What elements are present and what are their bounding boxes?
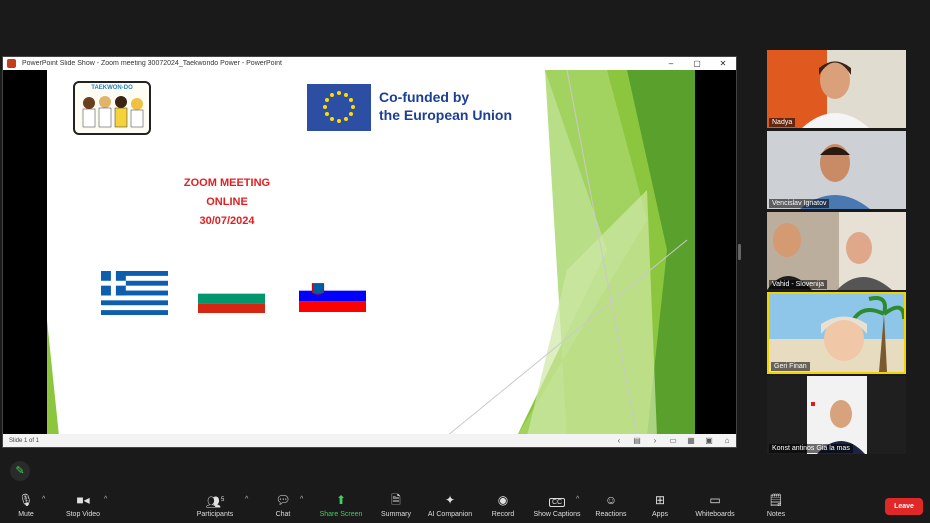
participant-tile[interactable]: Vencislav Ignatov xyxy=(767,131,906,209)
microphone-icon: 🎙︎ xyxy=(18,493,34,507)
summary-button[interactable]: 🗎︎ Summary xyxy=(377,488,415,518)
smiley-icon: ☺ xyxy=(604,493,618,507)
chat-label: Chat xyxy=(275,511,291,518)
participant-tile-active[interactable]: Geri Finan xyxy=(767,292,906,374)
mute-button[interactable]: 🎙︎ Mute xyxy=(12,488,40,518)
chat-options-chevron-icon[interactable]: ^ xyxy=(300,496,303,503)
sparkle-icon: ✦ xyxy=(444,493,456,507)
participants-button[interactable]: 👥︎5 Participants xyxy=(192,488,238,518)
audio-options-chevron-icon[interactable]: ^ xyxy=(42,496,45,503)
ai-companion-label: AI Companion xyxy=(427,511,473,518)
participants-count: 5 xyxy=(220,497,225,503)
participant-video xyxy=(767,50,906,128)
participants-options-chevron-icon[interactable]: ^ xyxy=(245,496,248,503)
logo-text: TAEKWON-DO xyxy=(91,85,133,91)
eu-flag xyxy=(307,84,371,131)
meeting-toolbar: 🎙︎ Mute ^ ■◂ Stop Video ^ 👥︎5 Participan… xyxy=(0,488,930,523)
leave-button[interactable]: Leave xyxy=(885,498,923,515)
participant-video xyxy=(767,131,906,209)
record-icon: ◉ xyxy=(497,493,509,507)
notes-button[interactable]: 🗒︎ Notes xyxy=(762,488,790,518)
participant-video xyxy=(767,212,906,290)
participant-tile[interactable]: Konst antinos Gia la mas xyxy=(767,376,906,454)
participants-label: Participants xyxy=(196,511,234,518)
mute-label: Mute xyxy=(18,511,34,518)
show-captions-label: Show Captions xyxy=(533,511,581,518)
maximize-button[interactable]: ▢ xyxy=(684,59,710,68)
ai-companion-button[interactable]: ✦ AI Companion xyxy=(424,488,476,518)
summary-icon: 🗎︎ xyxy=(391,493,401,507)
reactions-button[interactable]: ☺ Reactions xyxy=(592,488,630,518)
kids-illustration xyxy=(82,96,144,128)
apps-icon: ⊞ xyxy=(654,493,666,507)
summary-label: Summary xyxy=(381,511,411,518)
share-screen-label: Share Screen xyxy=(319,511,363,518)
stop-video-label: Stop Video xyxy=(65,511,101,518)
whiteboards-button[interactable]: ▭ Whiteboards xyxy=(690,488,740,518)
stop-video-button[interactable]: ■◂ Stop Video xyxy=(62,488,104,518)
participant-video xyxy=(767,376,906,454)
zoom-meeting-screen: PowerPoint Slide Show - Zoom meeting 300… xyxy=(0,0,930,523)
apps-button[interactable]: ⊞ Apps xyxy=(646,488,674,518)
chat-bubble-icon: 💬︎ xyxy=(275,493,291,507)
slide-menu-icon[interactable]: ▤ xyxy=(628,436,646,445)
slovenia-flag xyxy=(299,280,366,312)
captions-options-chevron-icon[interactable]: ^ xyxy=(576,496,579,503)
eu-line-2: the European Union xyxy=(379,107,512,123)
participant-name: Vahid - Slovenija xyxy=(769,280,828,289)
slideshow-view-icon[interactable]: ⌂ xyxy=(718,436,736,445)
participants-icon: 👥︎5 xyxy=(205,495,225,509)
greece-flag xyxy=(101,271,168,315)
eu-stars xyxy=(323,91,355,123)
bulgaria-flag xyxy=(198,284,265,313)
participant-name: Geri Finan xyxy=(771,362,810,371)
meeting-title: ZOOM MEETING ONLINE 30/07/2024 xyxy=(147,174,307,231)
participant-name: Konst antinos Gia la mas xyxy=(769,444,853,453)
ppt-statusbar: Slide 1 of 1 ‹ ▤ › ▭ ▦ ▣ ⌂ xyxy=(3,434,736,447)
participant-name: Nadya xyxy=(769,118,796,127)
powerpoint-window[interactable]: PowerPoint Slide Show - Zoom meeting 300… xyxy=(2,56,737,448)
next-slide-icon[interactable]: › xyxy=(646,436,664,445)
taekwondo-logo: TAEKWON-DO xyxy=(73,81,151,135)
panel-resize-handle[interactable] xyxy=(738,244,741,260)
whiteboards-label: Whiteboards xyxy=(695,511,735,518)
participant-tile[interactable]: Nadya xyxy=(767,50,906,128)
powerpoint-icon xyxy=(7,59,16,68)
meeting-date: 30/07/2024 xyxy=(199,215,255,227)
minimize-button[interactable]: – xyxy=(658,59,684,68)
normal-view-icon[interactable]: ▭ xyxy=(664,436,682,445)
reactions-label: Reactions xyxy=(595,511,627,518)
eu-cofunded-text: Co-funded by the European Union xyxy=(379,88,512,124)
participant-tile[interactable]: Vahid - Slovenija xyxy=(767,212,906,290)
video-camera-icon: ■◂ xyxy=(76,493,90,507)
reading-view-icon[interactable]: ▣ xyxy=(700,436,718,445)
annotate-pen-icon[interactable]: ✎ xyxy=(10,461,30,481)
meeting-line-1: ZOOM MEETING xyxy=(183,177,271,189)
whiteboard-icon: ▭ xyxy=(709,493,721,507)
slide-sorter-icon[interactable]: ▦ xyxy=(682,436,700,445)
close-button[interactable]: ✕ xyxy=(710,59,736,68)
participant-name: Vencislav Ignatov xyxy=(769,199,830,208)
show-captions-button[interactable]: CC Show Captions xyxy=(530,488,584,518)
record-label: Record xyxy=(491,511,515,518)
record-button[interactable]: ◉ Record xyxy=(488,488,518,518)
slide-area: TAEKWON-DO Co-funded by the European Uni… xyxy=(3,70,736,436)
share-screen-icon: ⬆ xyxy=(335,493,347,507)
eu-line-1: Co-funded by xyxy=(379,89,470,105)
notes-label: Notes xyxy=(766,511,786,518)
ppt-titlebar[interactable]: PowerPoint Slide Show - Zoom meeting 300… xyxy=(3,57,736,70)
share-screen-button[interactable]: ⬆ Share Screen xyxy=(316,488,366,518)
ppt-window-title: PowerPoint Slide Show - Zoom meeting 300… xyxy=(22,60,282,67)
slide-counter: Slide 1 of 1 xyxy=(9,437,40,444)
video-options-chevron-icon[interactable]: ^ xyxy=(104,496,107,503)
chat-button[interactable]: 💬︎ Chat xyxy=(270,488,296,518)
prev-slide-icon[interactable]: ‹ xyxy=(610,436,628,445)
apps-label: Apps xyxy=(652,511,668,518)
slide[interactable]: TAEKWON-DO Co-funded by the European Uni… xyxy=(47,70,695,436)
participant-video xyxy=(769,294,904,372)
meeting-line-2: ONLINE xyxy=(206,196,248,208)
notes-icon: 🗒︎ xyxy=(768,493,784,507)
captions-cc-text: CC xyxy=(548,498,566,507)
